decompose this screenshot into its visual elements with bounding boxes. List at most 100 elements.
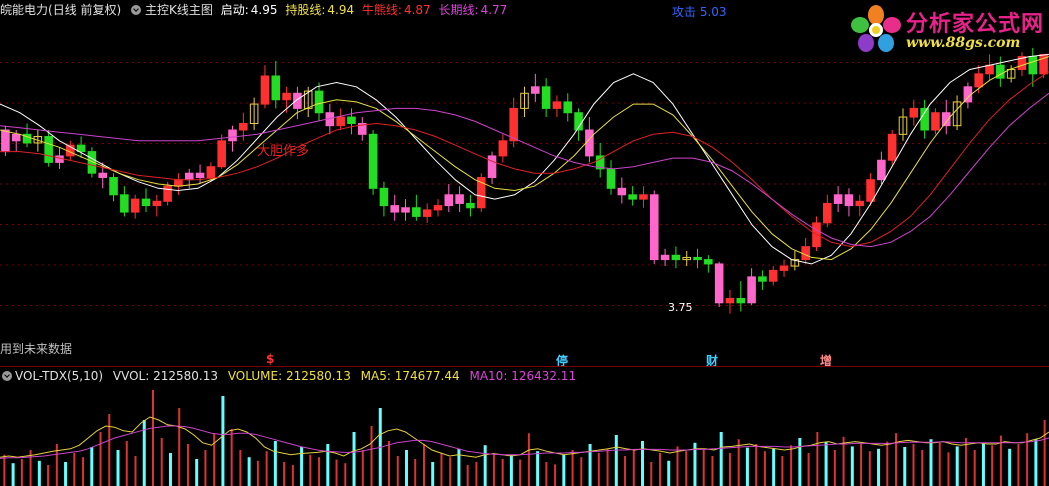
- volume-bar: [781, 456, 784, 486]
- candle-body: [823, 202, 832, 224]
- volume-bar: [886, 441, 889, 486]
- volume-bar: [309, 454, 312, 486]
- candle-body: [184, 172, 194, 181]
- volume-indicator-dropdown-icon[interactable]: [2, 371, 12, 381]
- volume-ma5-line: [0, 416, 1049, 458]
- candle-body: [293, 92, 302, 109]
- candle-body: [444, 194, 454, 207]
- volume-bar: [519, 459, 522, 486]
- volume-bar: [711, 456, 714, 486]
- candle-body: [693, 256, 702, 261]
- volume-bar: [99, 432, 102, 486]
- volume-bar: [580, 457, 583, 486]
- volume-bar: [265, 451, 268, 486]
- candle-body: [433, 205, 443, 211]
- candle-body: [195, 172, 205, 179]
- candle-body: [974, 73, 983, 88]
- volume-bar: [3, 454, 6, 486]
- candles-layer: [1, 47, 1048, 314]
- candle-body: [660, 254, 670, 261]
- volume-bar: [903, 447, 907, 486]
- volume-bar: [606, 448, 609, 486]
- volume-bar: [431, 462, 435, 486]
- gongji-value: 5.03: [699, 5, 727, 19]
- volume-bar: [938, 442, 941, 486]
- indicator-name[interactable]: 主控K线主图: [145, 3, 213, 17]
- volume-label: VOLUME:: [227, 369, 283, 383]
- candle-body: [130, 198, 140, 213]
- volume-bar: [82, 457, 85, 486]
- volume-bar: [860, 444, 863, 486]
- indicator-dropdown-icon[interactable]: [131, 5, 142, 15]
- volume-bar: [614, 435, 618, 486]
- volume-bar: [11, 463, 15, 486]
- vvol-label: VVOL:: [112, 369, 150, 383]
- candle-body: [736, 297, 746, 304]
- candle-body: [109, 177, 118, 196]
- volume-bar: [475, 462, 478, 486]
- volume-bar: [361, 450, 364, 486]
- gongji-indicator: 攻击 5.03: [672, 3, 727, 20]
- volume-bar: [388, 441, 391, 486]
- volume-bar: [536, 451, 540, 486]
- volume-bar: [291, 465, 294, 486]
- main-chart-header: 皖能电力(日线 前复权) 主控K线主图 启动: 4.95 持股线: 4.94 牛熊线…: [0, 0, 511, 20]
- low-price-label: 3.75: [668, 301, 693, 314]
- candle-body: [758, 276, 767, 282]
- candle-body: [1028, 56, 1038, 75]
- volume-bar: [658, 453, 661, 486]
- ma5-value: 174677.44: [394, 369, 460, 383]
- candle-body: [1, 129, 10, 153]
- candle-body: [44, 135, 53, 163]
- volume-bar: [597, 453, 600, 486]
- volume-bar: [790, 445, 793, 486]
- event-tag-dollar[interactable]: $: [266, 352, 274, 366]
- volume-bar: [256, 460, 259, 486]
- candle-body: [714, 263, 724, 304]
- volume-bar: [326, 444, 330, 486]
- volume-bar: [624, 456, 627, 486]
- volume-bar: [719, 432, 723, 486]
- volume-bar: [318, 457, 321, 486]
- volume-bar: [737, 439, 740, 486]
- candle-body: [401, 207, 410, 213]
- candle-body: [671, 254, 681, 261]
- volume-bar: [20, 459, 23, 486]
- candle-body: [779, 265, 789, 271]
- volume-bar: [116, 450, 120, 486]
- volume-bar: [151, 390, 154, 486]
- candle-body: [271, 75, 281, 101]
- candle-body: [509, 107, 518, 142]
- volume-bar: [221, 396, 225, 486]
- volume-bar: [440, 453, 443, 486]
- volume-bar: [702, 450, 705, 486]
- volume-bar: [824, 441, 828, 486]
- volume-bar: [204, 450, 207, 486]
- volume-bars-layer: [3, 390, 1046, 486]
- volume-bar: [186, 444, 189, 486]
- volume-bar: [195, 459, 199, 486]
- volume-bar: [895, 433, 898, 486]
- site-logo[interactable]: 分析家公式网 www.88gs.com: [848, 3, 1048, 55]
- volume-bar: [213, 433, 216, 486]
- volume-bar: [125, 441, 128, 486]
- volume-bar: [492, 453, 495, 486]
- candle-body: [498, 140, 508, 157]
- volume-bar: [981, 442, 985, 486]
- candle-body: [541, 86, 551, 109]
- volume-chart[interactable]: [0, 366, 1049, 486]
- volume-bar: [483, 445, 487, 486]
- volume-bar: [588, 444, 592, 486]
- candle-body: [390, 205, 400, 213]
- candle-body: [887, 133, 897, 161]
- candle-body: [98, 172, 108, 179]
- candle-body: [412, 207, 421, 217]
- volume-indicator-name[interactable]: VOL-TDX(5,10): [15, 369, 103, 383]
- candle-body: [877, 159, 886, 181]
- candle-body: [422, 209, 432, 217]
- candle-body: [617, 187, 627, 196]
- ma10-label: MA10:: [469, 369, 508, 383]
- candle-body: [347, 116, 356, 125]
- volume-header: VOL-TDX(5,10) VVOL: 212580.13 VOLUME: 21…: [0, 368, 576, 384]
- candle-body: [552, 101, 562, 109]
